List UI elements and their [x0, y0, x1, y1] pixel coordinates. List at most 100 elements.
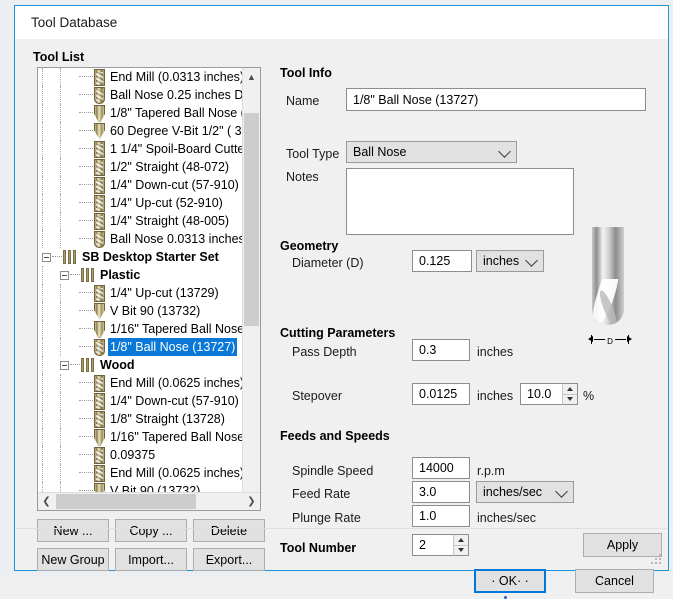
endmill-icon [94, 285, 105, 302]
tree-item-row[interactable]: Ball Nose 0.25 inches Dia [38, 86, 260, 104]
tool-info-legend: Tool Info [280, 66, 332, 80]
tree-item-row[interactable]: End Mill (0.0313 inches) [38, 68, 260, 86]
tree-guide-line [42, 338, 43, 356]
new-tool-button[interactable]: New ... [37, 519, 109, 542]
vbit-icon [94, 123, 105, 140]
tree-item-row[interactable]: 1/2" Straight (48-072) [38, 158, 260, 176]
tree-connector [79, 220, 93, 222]
tree-indent [38, 140, 78, 158]
name-input[interactable]: 1/8" Ball Nose (13727) [346, 88, 646, 111]
tree-guide-line [42, 68, 43, 86]
tree-item-row[interactable]: 1/16" Tapered Ball Nose (1 [38, 428, 260, 446]
feed-rate-units-value: inches/sec [483, 485, 542, 499]
tree-guide-line [60, 212, 61, 230]
pass-depth-input[interactable]: 0.3 [412, 339, 470, 361]
tree-indent [38, 230, 78, 248]
tree-connector [70, 274, 80, 276]
import-button[interactable]: Import... [115, 548, 187, 571]
tree-item-label: 60 Degree V-Bit 1/2" ( 37- [108, 122, 255, 140]
scroll-right-icon[interactable]: ❯ [243, 493, 260, 510]
diameter-input[interactable]: 0.125 [412, 250, 472, 272]
tree-guide-line [42, 140, 43, 158]
tree-item-row[interactable]: 1 1/4" Spoil-Board Cutter ( [38, 140, 260, 158]
vertical-scroll-thumb[interactable] [244, 113, 259, 326]
tree-item-label: V Bit 90 (13732) [108, 302, 202, 320]
tree-expander-collapse-icon[interactable] [60, 271, 69, 280]
tree-connector [79, 454, 93, 456]
tree-guide-line [60, 302, 61, 320]
tree-group-row[interactable]: SB Desktop Starter Set [38, 248, 260, 266]
tool-list-tree[interactable]: End Mill (0.0313 inches)Ball Nose 0.25 i… [37, 67, 261, 511]
tree-indent [38, 356, 60, 374]
tree-item-label: 1 1/4" Spoil-Board Cutter ( [108, 140, 258, 158]
tree-indent [38, 104, 78, 122]
export-button[interactable]: Export... [193, 548, 265, 571]
tree-item-label: 1/4" Straight (48-005) [108, 212, 231, 230]
tool-list-vertical-scrollbar[interactable]: ▲ ▼ [242, 68, 260, 510]
tree-item-row[interactable]: 1/4" Up-cut (13729) [38, 284, 260, 302]
stepover-percent-input[interactable]: 10.0 [520, 383, 563, 405]
tree-item-row[interactable]: 1/8" Ball Nose (13727) [38, 338, 260, 356]
copy-tool-button[interactable]: Copy ... [115, 519, 187, 542]
chevron-down-icon [525, 254, 538, 267]
tool-number-input[interactable]: 2 [412, 534, 454, 556]
spindle-speed-input[interactable]: 14000 [412, 457, 470, 479]
chevron-down-icon [555, 485, 568, 498]
feed-rate-input[interactable]: 3.0 [412, 481, 470, 503]
horizontal-scroll-thumb[interactable] [56, 494, 196, 509]
stepper-down-icon[interactable] [454, 546, 468, 556]
scroll-up-icon[interactable]: ▲ [243, 68, 260, 85]
name-label: Name [286, 94, 319, 108]
tree-item-row[interactable]: End Mill (0.0625 inches) [38, 464, 260, 482]
tree-group-row[interactable]: Plastic [38, 266, 260, 284]
stepover-input[interactable]: 0.0125 [412, 383, 470, 405]
stepover-percent-stepper[interactable] [562, 383, 578, 405]
tree-expander-collapse-icon[interactable] [60, 361, 69, 370]
tree-item-row[interactable]: End Mill (0.0625 inches) [38, 374, 260, 392]
resize-grip[interactable] [651, 554, 663, 566]
new-group-button[interactable]: New Group [37, 548, 109, 571]
tree-expander-collapse-icon[interactable] [42, 253, 51, 262]
tree-item-row[interactable]: Ball Nose 0.0313 inches Di [38, 230, 260, 248]
tree-item-row[interactable]: V Bit 90 (13732) [38, 302, 260, 320]
feed-rate-units-select[interactable]: inches/sec [476, 481, 574, 503]
tool-list-horizontal-scrollbar[interactable]: ❮ ❯ [38, 492, 260, 510]
spindle-speed-label: Spindle Speed [292, 464, 373, 478]
tree-guide-line [42, 410, 43, 428]
tree-item-row[interactable]: 1/4" Straight (48-005) [38, 212, 260, 230]
tree-item-row[interactable]: 1/8" Straight (13728) [38, 410, 260, 428]
taperball-icon [94, 429, 105, 446]
tree-item-row[interactable]: 1/16" Tapered Ball Nose (1 [38, 320, 260, 338]
tree-group-row[interactable]: Wood [38, 356, 260, 374]
tree-item-label: 1/8" Straight (13728) [108, 410, 227, 428]
delete-tool-button[interactable]: Delete [193, 519, 265, 542]
endmill-icon [94, 159, 105, 176]
tree-item-row[interactable]: 1/4" Down-cut (57-910) [38, 392, 260, 410]
notes-input[interactable] [346, 168, 574, 235]
stepover-percent-units: % [583, 389, 594, 403]
ok-button[interactable]: · OK· · [474, 569, 546, 593]
tree-item-row[interactable]: 1/4" Up-cut (52-910) [38, 194, 260, 212]
tree-connector [79, 238, 93, 240]
group-icon [63, 249, 77, 266]
tree-indent [38, 284, 78, 302]
tree-indent [38, 194, 78, 212]
tool-number-stepper[interactable] [453, 534, 469, 556]
tree-item-row[interactable]: 1/4" Down-cut (57-910) [38, 176, 260, 194]
tree-connector [79, 148, 93, 150]
scroll-left-icon[interactable]: ❮ [38, 493, 55, 510]
tool-list-rows[interactable]: End Mill (0.0313 inches)Ball Nose 0.25 i… [38, 68, 260, 510]
stepper-up-icon[interactable] [454, 535, 468, 545]
tree-connector [79, 184, 93, 186]
tool-type-select[interactable]: Ball Nose [346, 141, 517, 163]
stepper-down-icon[interactable] [563, 395, 577, 405]
tree-item-row[interactable]: 0.09375 [38, 446, 260, 464]
tree-item-row[interactable]: 60 Degree V-Bit 1/2" ( 37- [38, 122, 260, 140]
stepper-up-icon[interactable] [563, 384, 577, 394]
cancel-button[interactable]: Cancel [575, 569, 654, 593]
tree-guide-line [60, 86, 61, 104]
chevron-down-icon [498, 145, 511, 158]
plunge-rate-input[interactable]: 1.0 [412, 505, 470, 527]
tree-item-row[interactable]: 1/8" Tapered Ball Nose ( 7 [38, 104, 260, 122]
diameter-units-select[interactable]: inches [476, 250, 544, 272]
